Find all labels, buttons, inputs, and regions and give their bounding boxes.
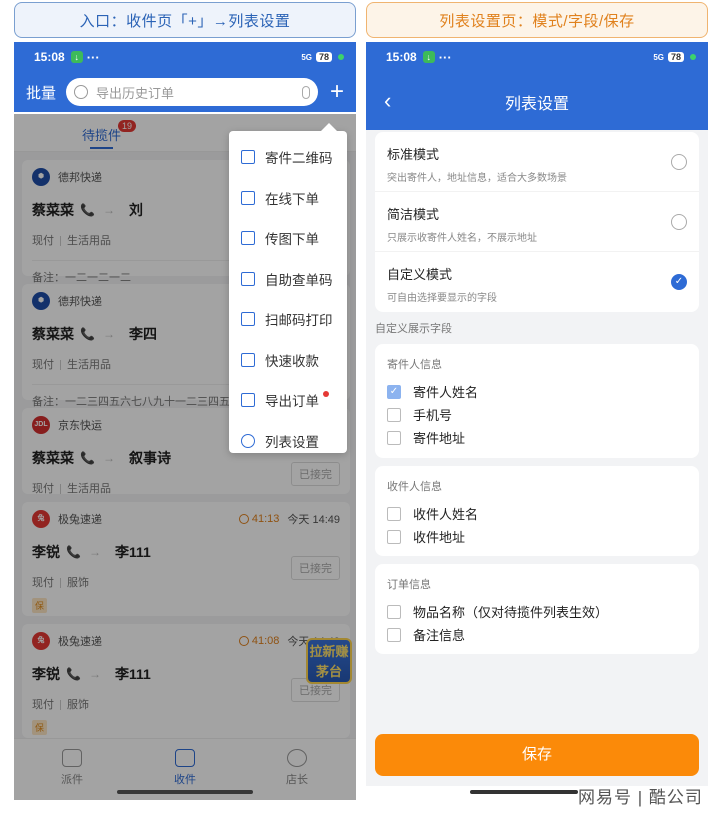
checkbox-goods-name[interactable]: 物品名称（仅对待揽件列表生效） [387, 600, 687, 623]
save-button[interactable]: 保存 [375, 734, 699, 776]
signal-icon: 5G [653, 52, 664, 62]
battery-icon: 78 [667, 52, 684, 62]
signal-icon: 5G [301, 52, 312, 62]
menu-item-quick-pay[interactable]: 快速收款 [229, 340, 347, 381]
download-icon: ↓ [70, 51, 83, 63]
page-title: 列表设置 [504, 96, 569, 113]
right-caption: 列表设置页：模式/字段/保存 [366, 2, 708, 38]
group-title: 收件人信息 [387, 481, 442, 493]
radio-standard[interactable] [671, 154, 687, 170]
wallet-icon [241, 352, 255, 367]
search-placeholder: 导出历史订单 [96, 85, 175, 101]
new-dot [323, 391, 329, 397]
plus-dropdown-menu: 寄件二维码 在线下单 传图下单 自助查单码 扫邮码打印 快速收款 导出订单 列表… [229, 123, 347, 453]
qrcode-icon [241, 150, 255, 165]
menu-item-self-query[interactable]: 自助查单码 [229, 259, 347, 300]
status-dot-icon [690, 54, 696, 60]
form-icon [241, 190, 255, 205]
scan-icon [241, 312, 255, 327]
image-icon [241, 231, 255, 246]
upload-icon [241, 393, 255, 408]
radio-custom-checked[interactable]: ✓ [671, 274, 687, 290]
checkbox-receiver-address[interactable]: 收件地址 [387, 525, 687, 548]
checkbox-phone[interactable]: 手机号 [387, 403, 687, 426]
status-bar: 15:08 ↓ ··· 5G 78 [366, 42, 708, 72]
checkbox-note[interactable]: 备注信息 [387, 623, 687, 646]
menu-item-photo-order[interactable]: 传图下单 [229, 218, 347, 259]
status-time: 15:08 [34, 50, 65, 64]
status-dots: ··· [86, 49, 100, 65]
checkbox-receiver-name[interactable]: 收件人姓名 [387, 502, 687, 525]
battery-icon: 78 [315, 52, 332, 62]
watermark: 网易号 | 酷公司 [578, 788, 703, 807]
status-dots: ··· [438, 49, 452, 65]
order-info-group: 订单信息 物品名称（仅对待揽件列表生效） 备注信息 [375, 564, 699, 654]
receiver-info-group: 收件人信息 收件人姓名 收件地址 [375, 466, 699, 556]
mode-standard[interactable]: 标准模式 突出寄件人，地址信息，适合大多数场景 [375, 132, 699, 192]
menu-item-export[interactable]: 导出订单 [229, 380, 347, 421]
left-caption: 入口：收件页「+」→列表设置 [14, 2, 356, 38]
menu-item-qrcode[interactable]: 寄件二维码 [229, 137, 347, 178]
status-time: 15:08 [386, 50, 417, 64]
gear-icon [241, 433, 255, 448]
mode-custom[interactable]: 自定义模式 可自由选择要显示的字段 ✓ [375, 252, 699, 312]
menu-item-list-settings[interactable]: 列表设置 [229, 421, 347, 462]
checkbox-sender-address[interactable]: 寄件地址 [387, 426, 687, 449]
plus-button[interactable]: + [330, 80, 344, 104]
settings-header: 15:08 ↓ ··· 5G 78 ‹ 列表设置 [366, 42, 708, 130]
download-icon: ↓ [422, 51, 435, 63]
microphone-icon[interactable] [301, 85, 310, 99]
menu-item-scan-print[interactable]: 扫邮码打印 [229, 299, 347, 340]
home-indicator[interactable] [470, 790, 578, 794]
custom-fields-label: 自定义展示字段 [375, 323, 452, 335]
checkbox-sender-name[interactable]: ✓ 寄件人姓名 [387, 380, 687, 403]
status-dot-icon [338, 54, 344, 60]
mode-simple[interactable]: 简洁模式 只展示收寄件人姓名，不展示地址 [375, 192, 699, 252]
sender-info-group: 寄件人信息 ✓ 寄件人姓名 手机号 寄件地址 [375, 344, 699, 458]
menu-item-online-order[interactable]: 在线下单 [229, 178, 347, 219]
mode-section: 标准模式 突出寄件人，地址信息，适合大多数场景 简洁模式 只展示收寄件人姓名，不展示… [375, 132, 699, 312]
search-input[interactable]: 导出历史订单 [66, 78, 318, 106]
group-title: 寄件人信息 [387, 359, 442, 371]
group-title: 订单信息 [387, 579, 431, 591]
status-bar: 15:08 ↓ ··· 5G 78 [14, 42, 356, 72]
document-search-icon [241, 271, 255, 286]
right-phone-screen: 15:08 ↓ ··· 5G 78 ‹ 列表设置 标准模式 突出寄件人，地址信息，… [366, 42, 708, 786]
radio-simple[interactable] [671, 214, 687, 230]
batch-button[interactable]: 批量 [26, 82, 56, 103]
left-phone-screen: 15:08 ↓ ··· 5G 78 批量 导出历史订单 + 待揽件 19 ⬢ 德邦… [14, 42, 356, 800]
search-icon [74, 85, 89, 99]
